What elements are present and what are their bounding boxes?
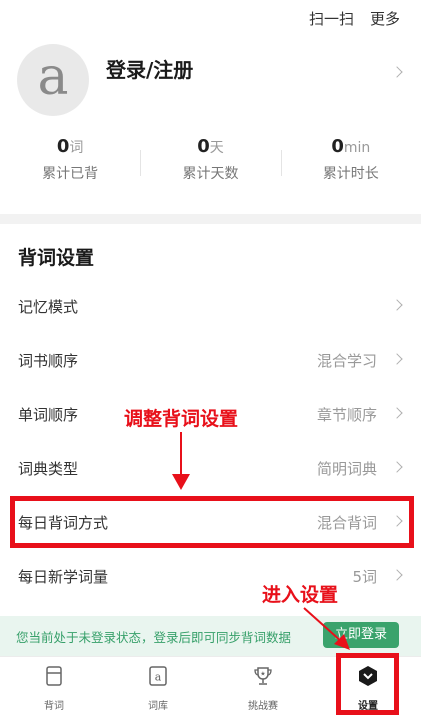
row-label: 每日新学词量: [18, 568, 109, 586]
stat-unit: 天: [209, 140, 224, 156]
stat-label: 累计时长: [322, 166, 379, 182]
settings-row-dictionary-type[interactable]: 词典类型 简明词典: [0, 442, 421, 496]
annotation-enter-settings: 进入设置: [262, 584, 339, 606]
svg-text:a: a: [155, 671, 162, 684]
chevron-right-icon: [391, 461, 403, 473]
highlight-settings-tab: [336, 653, 399, 715]
tab-wordbank[interactable]: a 词库: [128, 665, 188, 712]
stat-words: 0词 累计已背: [0, 136, 140, 200]
avatar-letter: a: [37, 47, 69, 107]
tab-memorize[interactable]: 背词: [24, 665, 84, 712]
row-value: 章节顺序: [316, 406, 377, 424]
dictionary-icon: a: [149, 666, 167, 686]
row-value: 混合学习: [316, 352, 377, 370]
chevron-right-icon: [391, 299, 403, 311]
chevron-right-icon: [391, 407, 403, 419]
tab-challenge[interactable]: ★ 挑战赛: [233, 665, 293, 712]
annotation-arrow-head: [172, 474, 190, 490]
scan-button[interactable]: 扫一扫: [309, 8, 354, 29]
chevron-right-icon: [391, 353, 403, 365]
trophy-icon: ★: [254, 667, 272, 685]
settings-row-book-order[interactable]: 词书顺序 混合学习: [0, 334, 421, 388]
tab-label: 背词: [44, 701, 64, 712]
svg-text:★: ★: [260, 671, 265, 678]
stat-label: 累计已背: [42, 166, 99, 182]
stat-label: 累计天数: [182, 166, 239, 182]
annotation-adjust-settings: 调整背词设置: [124, 408, 239, 430]
login-register-link[interactable]: 登录/注册: [106, 54, 193, 83]
annotation-arrow-diagonal: [303, 607, 350, 650]
top-bar: 扫一扫 更多: [0, 0, 421, 36]
settings-section-title: 背词设置: [18, 247, 95, 269]
chevron-right-icon: [391, 569, 403, 581]
stat-days: 0天 累计天数: [140, 136, 280, 200]
chevron-right-icon: [391, 66, 403, 78]
banner-text: 您当前处于未登录状态，登录后即可同步背词数据: [16, 630, 292, 645]
highlight-daily-method: [10, 496, 414, 548]
stat-unit: 词: [69, 140, 84, 156]
row-label: 单词顺序: [18, 406, 79, 424]
profile-header[interactable]: a 登录/注册: [0, 36, 421, 116]
avatar[interactable]: a: [17, 44, 89, 116]
tab-label: 挑战赛: [248, 701, 278, 712]
stat-value: 0: [197, 136, 210, 157]
book-icon: [46, 666, 62, 686]
row-value: 5词: [352, 568, 377, 586]
stat-unit: min: [343, 140, 371, 156]
stat-value: 0: [331, 136, 344, 157]
row-value: 简明词典: [316, 460, 377, 478]
row-label: 词书顺序: [18, 352, 79, 370]
more-button[interactable]: 更多: [370, 8, 400, 29]
section-divider: [0, 214, 421, 224]
row-label: 词典类型: [18, 460, 79, 478]
row-label: 记忆模式: [18, 298, 79, 316]
settings-row-daily-new-words[interactable]: 每日新学词量 5词: [0, 550, 421, 604]
annotation-arrow-line: [180, 432, 182, 476]
stat-duration: 0min 累计时长: [280, 136, 421, 200]
stat-value: 0: [56, 136, 70, 157]
settings-row-memory-mode[interactable]: 记忆模式: [0, 280, 421, 334]
stats-summary: 0词 累计已背 0天 累计天数 0min 累计时长: [0, 136, 421, 200]
tab-label: 词库: [148, 701, 168, 712]
